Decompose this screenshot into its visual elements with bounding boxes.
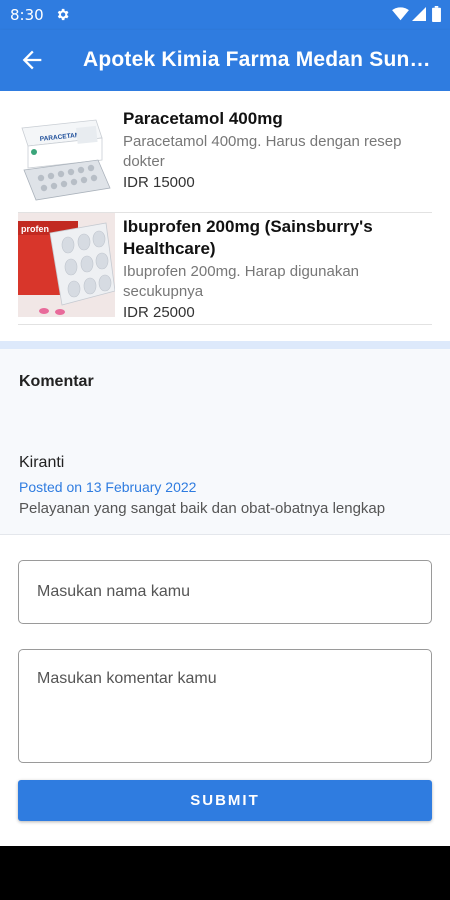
product-list: PARACETAMOL Paracetamol 400mg Paracetamo…	[0, 91, 450, 341]
product-description: Paracetamol 400mg. Harus dengan resep do…	[123, 133, 402, 170]
product-item[interactable]: PARACETAMOL Paracetamol 400mg Paracetamo…	[18, 108, 432, 212]
gear-icon	[57, 8, 69, 21]
comments-heading: Komentar	[19, 373, 94, 390]
page-title: Apotek Kimia Farma Medan Sun…	[83, 48, 431, 71]
battery-icon	[432, 6, 441, 22]
comment-author: Kiranti	[19, 454, 65, 471]
product-item[interactable]: profen Ibuprofen 200mg (Sainsburry's Hea…	[18, 212, 432, 324]
comment-text: Pelayanan yang sangat baik dan obat-obat…	[19, 500, 386, 517]
comment-date: Posted on 13 February 2022	[19, 479, 197, 495]
comment-input[interactable]	[18, 649, 432, 763]
signal-icon	[412, 7, 426, 21]
app-screen: 8:30 Apotek Kimia Farma Medan Sun… PARAC…	[0, 0, 450, 846]
product-price: IDR 15000	[123, 174, 195, 191]
divider	[18, 324, 432, 325]
app-bar: Apotek Kimia Farma Medan Sun…	[0, 30, 450, 91]
ibuprofen-box-text: profen	[21, 224, 49, 234]
paracetamol-product-image: PARACETAMOL	[18, 108, 115, 205]
status-bar: 8:30	[0, 0, 450, 30]
product-info: Paracetamol 400mg Paracetamol 400mg. Har…	[123, 108, 435, 193]
product-description: Ibuprofen 200mg. Harap digunakan secukup…	[123, 263, 360, 300]
product-info: Ibuprofen 200mg (Sainsburry's Healthcare…	[123, 216, 435, 323]
product-price: IDR 25000	[123, 304, 195, 321]
comment-form: SUBMIT	[0, 534, 450, 846]
comment-item: Kiranti Posted on 13 February 2022 Pelay…	[19, 453, 439, 518]
ibuprofen-product-image: profen	[18, 213, 115, 317]
arrow-left-icon[interactable]	[18, 46, 46, 74]
product-name: Ibuprofen 200mg (Sainsburry's Healthcare…	[123, 217, 373, 258]
status-time: 8:30	[10, 6, 44, 24]
comments-section: Komentar Kiranti Posted on 13 February 2…	[0, 341, 450, 534]
submit-button[interactable]: SUBMIT	[18, 780, 432, 821]
product-name: Paracetamol 400mg	[123, 109, 283, 128]
name-input[interactable]	[18, 560, 432, 624]
wifi-icon	[392, 7, 409, 21]
